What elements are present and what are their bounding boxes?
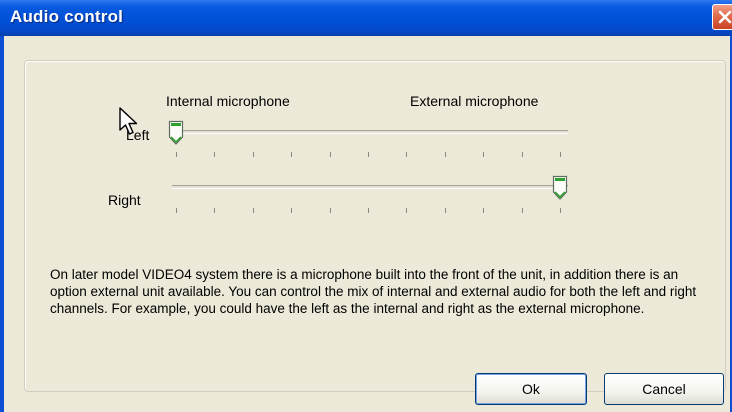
close-button[interactable] [712, 4, 732, 30]
slider-tick [368, 208, 369, 213]
window-frame-left [0, 36, 4, 412]
external-microphone-label: External microphone [410, 93, 539, 109]
left-slider-ticks [168, 152, 564, 160]
slider-tick [214, 208, 216, 213]
slider-tick [483, 152, 485, 157]
description-text: On later model VIDEO4 system there is a … [50, 266, 697, 316]
cancel-button[interactable]: Cancel [604, 373, 724, 405]
left-slider-thumb[interactable] [168, 120, 184, 146]
mouse-pointer-icon [119, 107, 138, 135]
right-slider-ticks [168, 208, 564, 216]
title-bar[interactable]: Audio control [0, 0, 732, 36]
slider-tick [560, 208, 561, 213]
slider-tick [291, 152, 293, 157]
slider-tick [252, 208, 254, 213]
slider-tick [329, 208, 331, 213]
slider-tick [444, 208, 446, 213]
slider-tick [444, 152, 446, 157]
internal-microphone-label: Internal microphone [166, 93, 290, 109]
slider-tick [291, 208, 293, 213]
window-title: Audio control [10, 7, 124, 26]
slider-tick [406, 152, 408, 157]
slider-tick [521, 152, 523, 157]
slider-tick [560, 152, 561, 157]
right-slider-thumb[interactable] [552, 175, 568, 201]
slider-tick [368, 152, 369, 157]
slider-tick [521, 208, 523, 213]
slider-tick [176, 208, 177, 213]
right-slider-track[interactable] [172, 185, 568, 189]
ok-button[interactable]: Ok [475, 373, 587, 405]
close-icon [718, 10, 732, 24]
slider-tick [406, 208, 408, 213]
slider-tick [176, 152, 177, 157]
slider-tick [252, 152, 254, 157]
left-slider-track[interactable] [172, 130, 568, 134]
slider-tick [483, 208, 485, 213]
right-channel-label: Right [108, 192, 141, 208]
audio-control-dialog: Audio control Internal microphone Extern… [0, 0, 732, 412]
slider-tick [329, 152, 331, 157]
slider-tick [214, 152, 216, 157]
